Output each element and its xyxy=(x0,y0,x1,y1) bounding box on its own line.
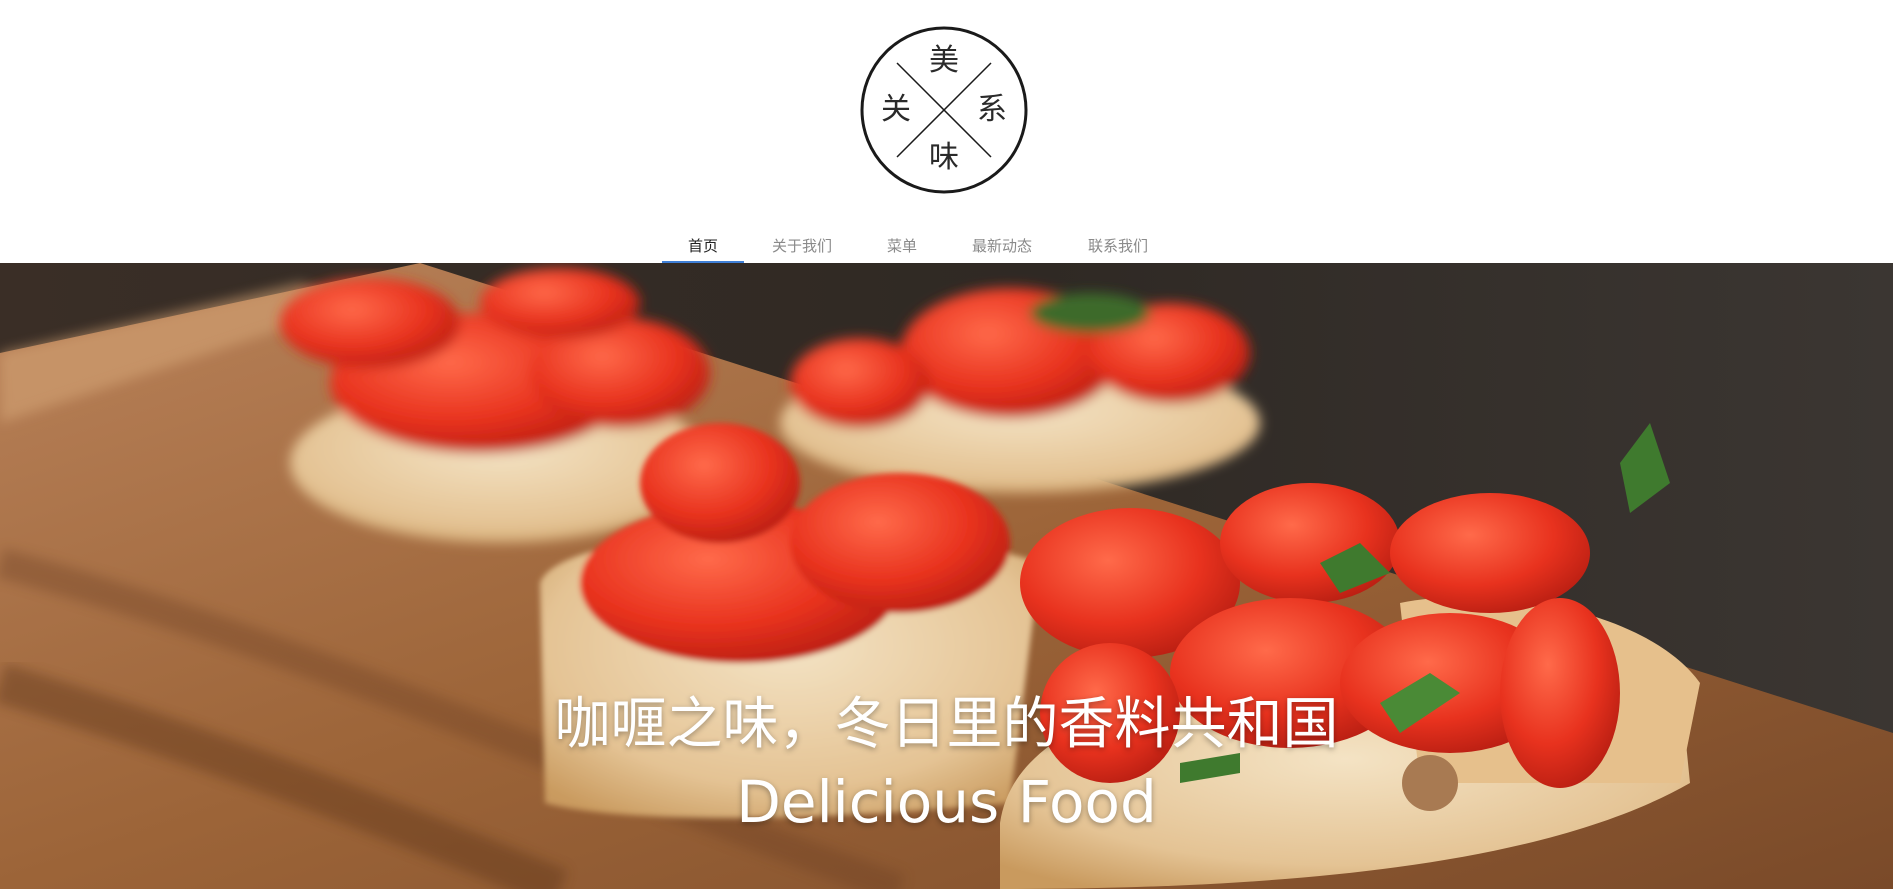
logo-char-left: 关 xyxy=(881,92,911,127)
logo-char-top: 美 xyxy=(929,43,959,78)
nav-item-about[interactable]: 关于我们 xyxy=(744,234,860,264)
nav-item-news[interactable]: 最新动态 xyxy=(944,234,1060,264)
nav-item-label: 联系我们 xyxy=(1087,237,1148,255)
main-nav: 首页 关于我们 菜单 最新动态 联系我们 xyxy=(662,234,1176,264)
hero-title-chinese: 咖喱之味，冬日里的香料共和国 xyxy=(554,692,1339,757)
brand-logo[interactable]: 美 关 系 味 xyxy=(860,26,1028,194)
nav-item-contact[interactable]: 联系我们 xyxy=(1060,234,1176,264)
logo-char-right: 系 xyxy=(977,92,1007,127)
nav-item-label: 关于我们 xyxy=(771,237,832,255)
nav-item-label: 最新动态 xyxy=(971,237,1032,255)
hero-banner: 咖喱之味，冬日里的香料共和国 Delicious Food xyxy=(0,263,1893,889)
site-header: 美 关 系 味 首页 关于我们 菜单 最新动态 联系我们 xyxy=(0,0,1893,264)
nav-item-label: 菜单 xyxy=(886,237,917,255)
nav-item-menu[interactable]: 菜单 xyxy=(860,234,944,264)
hero-title-english: Delicious Food xyxy=(736,768,1157,836)
logo-char-bottom: 味 xyxy=(929,140,959,175)
nav-item-home[interactable]: 首页 xyxy=(662,234,744,264)
nav-item-label: 首页 xyxy=(687,237,718,255)
